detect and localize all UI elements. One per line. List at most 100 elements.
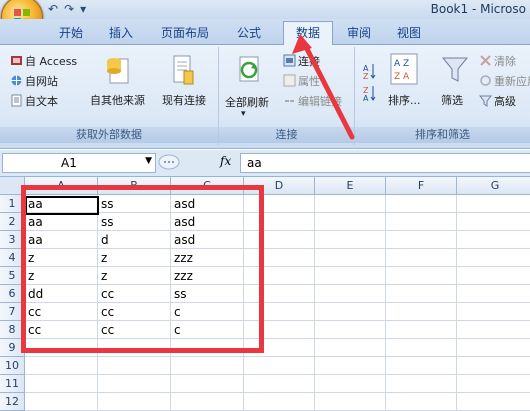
cell-e8[interactable] xyxy=(315,321,386,339)
cell-c5[interactable]: zzz xyxy=(171,267,244,285)
reapply-button[interactable]: 重新应用 xyxy=(479,73,530,89)
column-header-c[interactable]: C xyxy=(171,177,244,195)
column-header-e[interactable]: E xyxy=(315,177,386,195)
cell-c2[interactable]: asd xyxy=(171,213,244,231)
cell-f1[interactable] xyxy=(386,195,457,213)
cell-e2[interactable] xyxy=(315,213,386,231)
cell-a4[interactable]: z xyxy=(25,249,98,267)
cell-e4[interactable] xyxy=(315,249,386,267)
cell-b11[interactable] xyxy=(98,375,171,393)
cell-e10[interactable] xyxy=(315,357,386,375)
column-header-b[interactable]: B xyxy=(98,177,171,195)
cell-c9[interactable] xyxy=(171,339,244,357)
cell-c10[interactable] xyxy=(171,357,244,375)
cell-d1[interactable] xyxy=(244,195,315,213)
properties-button[interactable]: 属性 xyxy=(283,73,320,89)
cell-c1[interactable]: asd xyxy=(171,195,244,213)
row-header-5[interactable]: 5 xyxy=(0,267,25,285)
cell-a6[interactable]: dd xyxy=(25,285,98,303)
cell-f8[interactable] xyxy=(386,321,457,339)
cell-a2[interactable]: aa xyxy=(25,213,98,231)
cell-a8[interactable]: cc xyxy=(25,321,98,339)
cell-g3[interactable] xyxy=(457,231,530,249)
cell-b2[interactable]: ss xyxy=(98,213,171,231)
cell-e1[interactable] xyxy=(315,195,386,213)
cell-b7[interactable]: cc xyxy=(98,303,171,321)
insert-function-icon[interactable]: fx xyxy=(220,154,231,168)
cell-g7[interactable] xyxy=(457,303,530,321)
tab-home[interactable]: 开始 xyxy=(50,23,92,43)
redo-icon[interactable]: ↷ xyxy=(64,2,74,16)
cell-f5[interactable] xyxy=(386,267,457,285)
column-header-g[interactable]: G xyxy=(457,177,530,195)
tab-formulas[interactable]: 公式 xyxy=(228,23,270,43)
edit-links-button[interactable]: 编辑链接 xyxy=(283,93,342,109)
column-header-d[interactable]: D xyxy=(244,177,315,195)
select-all-corner[interactable] xyxy=(0,177,25,195)
cell-a12[interactable] xyxy=(25,393,98,411)
cell-d11[interactable] xyxy=(244,375,315,393)
advanced-filter-button[interactable]: 高级 xyxy=(479,93,516,109)
cell-g8[interactable] xyxy=(457,321,530,339)
formula-input[interactable]: aa xyxy=(240,153,530,173)
cell-c6[interactable]: ss xyxy=(171,285,244,303)
cell-d4[interactable] xyxy=(244,249,315,267)
cell-b3[interactable]: d xyxy=(98,231,171,249)
cell-f2[interactable] xyxy=(386,213,457,231)
row-header-8[interactable]: 8 xyxy=(0,321,25,339)
clear-filter-button[interactable]: 清除 xyxy=(479,53,516,69)
cell-f10[interactable] xyxy=(386,357,457,375)
cell-a10[interactable] xyxy=(25,357,98,375)
cell-g6[interactable] xyxy=(457,285,530,303)
cell-a3[interactable]: aa xyxy=(25,231,98,249)
from-access-button[interactable]: 自 Access xyxy=(10,53,77,69)
tab-review[interactable]: 审阅 xyxy=(338,23,380,43)
sort-button[interactable]: 排序... xyxy=(388,92,421,108)
cell-e7[interactable] xyxy=(315,303,386,321)
undo-icon[interactable]: ↶ xyxy=(48,2,58,16)
row-header-9[interactable]: 9 xyxy=(0,339,25,357)
cell-d10[interactable] xyxy=(244,357,315,375)
cell-a11[interactable] xyxy=(25,375,98,393)
cell-d7[interactable] xyxy=(244,303,315,321)
cell-a5[interactable]: z xyxy=(25,267,98,285)
refresh-all-dropdown-icon[interactable]: ▾ xyxy=(241,109,246,119)
cell-c12[interactable] xyxy=(171,393,244,411)
cell-c8[interactable]: c xyxy=(171,321,244,339)
cell-e9[interactable] xyxy=(315,339,386,357)
cell-d8[interactable] xyxy=(244,321,315,339)
from-text-button[interactable]: 自文本 xyxy=(10,93,58,109)
cell-c11[interactable] xyxy=(171,375,244,393)
row-header-3[interactable]: 3 xyxy=(0,231,25,249)
tab-insert[interactable]: 插入 xyxy=(100,23,142,43)
cell-g11[interactable] xyxy=(457,375,530,393)
cell-c7[interactable]: c xyxy=(171,303,244,321)
row-header-12[interactable]: 12 xyxy=(0,393,25,411)
cell-g2[interactable] xyxy=(457,213,530,231)
cell-f7[interactable] xyxy=(386,303,457,321)
cell-f12[interactable] xyxy=(386,393,457,411)
row-header-7[interactable]: 7 xyxy=(0,303,25,321)
existing-connections-button[interactable]: 现有连接 xyxy=(162,92,206,108)
filter-button[interactable]: 筛选 xyxy=(441,92,463,108)
tab-view[interactable]: 视图 xyxy=(388,23,430,43)
cell-b4[interactable]: z xyxy=(98,249,171,267)
worksheet-grid[interactable]: ABCDEFG 1 aa ss asd 2 aa ss asd 3 aa d asd 4 z z zzz 5 z z… xyxy=(0,177,530,411)
cell-e5[interactable] xyxy=(315,267,386,285)
cell-f9[interactable] xyxy=(386,339,457,357)
cell-a1[interactable]: aa xyxy=(25,195,98,213)
cell-g1[interactable] xyxy=(457,195,530,213)
cell-f4[interactable] xyxy=(386,249,457,267)
cell-e12[interactable] xyxy=(315,393,386,411)
row-header-10[interactable]: 10 xyxy=(0,357,25,375)
cell-b8[interactable]: cc xyxy=(98,321,171,339)
tab-page-layout[interactable]: 页面布局 xyxy=(150,23,220,43)
cell-d5[interactable] xyxy=(244,267,315,285)
cell-e3[interactable] xyxy=(315,231,386,249)
cell-b5[interactable]: z xyxy=(98,267,171,285)
cell-a7[interactable]: cc xyxy=(25,303,98,321)
cell-d12[interactable] xyxy=(244,393,315,411)
cell-c4[interactable]: zzz xyxy=(171,249,244,267)
cell-b9[interactable] xyxy=(98,339,171,357)
cell-b1[interactable]: ss xyxy=(98,195,171,213)
